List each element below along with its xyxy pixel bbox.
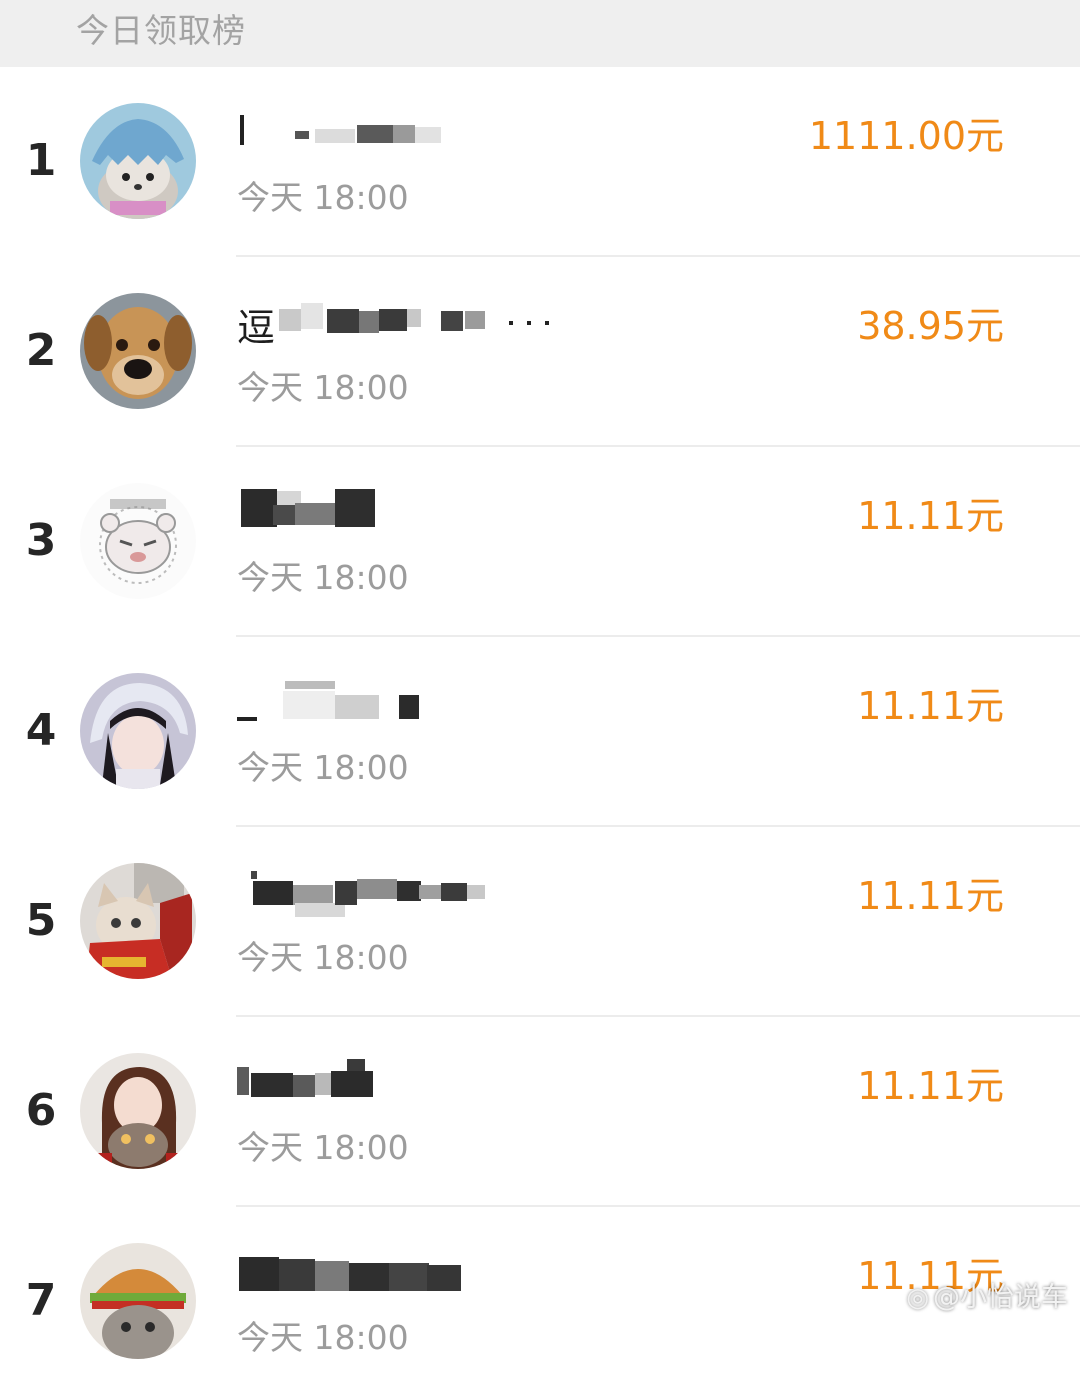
blurred-username-mosaic — [237, 867, 557, 917]
girl-with-cat-avatar-icon — [80, 1053, 196, 1169]
claim-amount: 11.11元 — [857, 485, 1004, 540]
rank-number: 2 — [24, 325, 58, 376]
avatar[interactable] — [80, 293, 196, 409]
claim-time: 今天 18:00 — [237, 1311, 409, 1359]
rank-number: 3 — [24, 515, 58, 566]
claim-amount: 11.11元 — [857, 865, 1004, 920]
list-item[interactable]: 4 今天 18:00 11.11元 — [0, 637, 1080, 827]
claim-time: 今天 18:00 — [237, 1121, 409, 1169]
rank-number: 7 — [24, 1275, 58, 1326]
list-item[interactable]: 3 今天 18:00 11.11元 — [0, 447, 1080, 637]
watermark: ◎@小怡说车 — [906, 1275, 1068, 1314]
avatar[interactable] — [80, 483, 196, 599]
username: 逗 — [237, 297, 557, 347]
cat-in-box-avatar-icon — [80, 863, 196, 979]
avatar[interactable] — [80, 1243, 196, 1359]
list-item[interactable]: 1 今天 18:00 — [0, 67, 1080, 257]
claim-time: 今天 18:00 — [237, 741, 409, 789]
rank-number: 4 — [24, 705, 58, 756]
username — [237, 487, 557, 537]
rank-number: 5 — [24, 895, 58, 946]
blurred-username-mosaic — [237, 487, 557, 537]
username — [237, 677, 557, 727]
puppy-avatar-icon — [80, 293, 196, 409]
avatar[interactable] — [80, 1053, 196, 1169]
avatar[interactable] — [80, 863, 196, 979]
claim-time: 今天 18:00 — [237, 171, 409, 219]
blurred-username-mosaic — [237, 1057, 557, 1107]
claim-amount: 11.11元 — [857, 1055, 1004, 1110]
claim-time: 今天 18:00 — [237, 931, 409, 979]
list-header: 今日领取榜 — [0, 0, 1080, 67]
girl-portrait-avatar-icon — [80, 673, 196, 789]
burger-cat-avatar-icon — [80, 1243, 196, 1359]
blurred-username-mosaic — [237, 1247, 557, 1297]
cartoon-bear-avatar-icon — [80, 483, 196, 599]
plush-toy-avatar-icon — [80, 103, 196, 219]
claim-amount: 38.95元 — [857, 295, 1004, 350]
claim-amount: 11.11元 — [857, 675, 1004, 730]
username — [237, 1057, 557, 1107]
rank-number: 6 — [24, 1085, 58, 1136]
watermark-text: @小怡说车 — [933, 1282, 1068, 1313]
list-item[interactable]: 2 逗 — [0, 257, 1080, 447]
username — [237, 107, 557, 157]
username — [237, 867, 557, 917]
avatar[interactable] — [80, 103, 196, 219]
avatar[interactable] — [80, 673, 196, 789]
claim-time: 今天 18:00 — [237, 551, 409, 599]
blurred-username-mosaic — [237, 677, 557, 727]
list-item[interactable]: 6 今天 18:00 — [0, 1017, 1080, 1207]
claim-time: 今天 18:00 — [237, 361, 409, 409]
page-title: 今日领取榜 — [76, 4, 246, 52]
blurred-username-mosaic — [237, 107, 557, 157]
weibo-icon: ◎ — [906, 1283, 929, 1313]
rank-number: 1 — [24, 135, 58, 186]
blurred-username-mosaic — [237, 297, 557, 347]
username — [237, 1247, 557, 1297]
claim-amount: 1111.00元 — [809, 105, 1004, 160]
list-item[interactable]: 5 — [0, 827, 1080, 1017]
